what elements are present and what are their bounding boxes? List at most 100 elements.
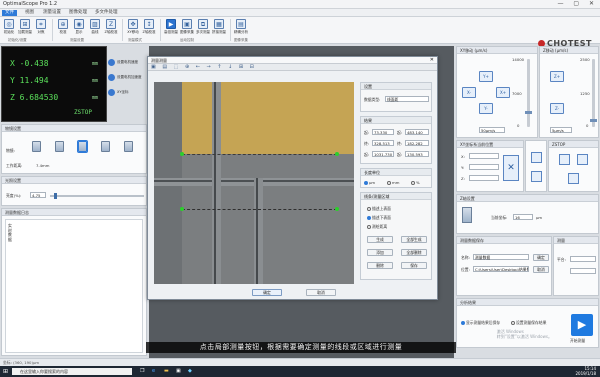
z-move-icon: ↕ bbox=[144, 19, 154, 29]
motor-accel-button[interactable]: 设置电机加速度 bbox=[108, 73, 148, 82]
option-save-result-radio[interactable] bbox=[511, 321, 515, 325]
init-button[interactable]: ◎ 初始化 bbox=[2, 19, 16, 35]
y-minus-button[interactable]: Y- bbox=[479, 103, 493, 114]
window-controls[interactable]: — ▢ ✕ bbox=[557, 0, 598, 7]
analysis-button[interactable]: ▤ 精确分析 bbox=[234, 19, 248, 35]
data-name-input[interactable]: 测量数据 bbox=[473, 254, 529, 260]
z-speed-input[interactable]: 5μm/s bbox=[550, 127, 572, 133]
lens-50x-icon[interactable] bbox=[101, 141, 110, 152]
store-icon[interactable]: ▣ bbox=[176, 368, 181, 374]
zstop-panel: ZSTOP bbox=[548, 140, 599, 192]
xy-speed-slider[interactable] bbox=[525, 59, 532, 127]
xy-speed-input[interactable]: 50μm/s bbox=[479, 127, 505, 133]
line-lower-radio[interactable] bbox=[367, 216, 371, 220]
capture-button[interactable]: ▣ 图像采集 bbox=[180, 19, 194, 35]
lens-5x-icon[interactable] bbox=[32, 141, 41, 152]
multi-measure-button[interactable]: ⧉ 多次测量 bbox=[196, 19, 210, 35]
data-cancel-button[interactable]: 取消 bbox=[533, 266, 549, 273]
brightness-slider-knob[interactable] bbox=[54, 193, 57, 199]
light-panel: 光照设置 亮度(%): 4.75 bbox=[1, 176, 147, 206]
load-icon: ⊞ bbox=[20, 19, 30, 29]
taskbar-search[interactable]: 在这里输入你要搜索的内容 bbox=[12, 368, 132, 375]
x-minus-button[interactable]: X- bbox=[462, 87, 476, 98]
measure-line-bottom[interactable] bbox=[182, 209, 337, 210]
z-position-input[interactable] bbox=[469, 175, 499, 181]
zstop-up-icon[interactable] bbox=[559, 154, 570, 165]
measure-point[interactable] bbox=[335, 152, 339, 156]
add-button[interactable]: 添加 bbox=[367, 249, 393, 256]
camera-view[interactable] bbox=[154, 82, 354, 284]
y-position-input[interactable] bbox=[469, 164, 499, 170]
cancel-button[interactable]: 取消 bbox=[306, 289, 336, 296]
x-plus-button[interactable]: X+ bbox=[496, 87, 510, 98]
calibrate-button[interactable]: ⊕ 校准 bbox=[56, 19, 70, 35]
lens-10x-icon[interactable] bbox=[55, 141, 64, 152]
unit-percent-radio[interactable] bbox=[411, 181, 415, 185]
lens-20x-icon[interactable] bbox=[78, 141, 87, 152]
zstop-reset-icon[interactable] bbox=[568, 173, 579, 184]
menu-file[interactable]: 文件 bbox=[2, 10, 17, 16]
unit-um-radio[interactable] bbox=[364, 181, 368, 185]
menu-view[interactable]: 视图 bbox=[22, 10, 37, 16]
zero-z-icon[interactable] bbox=[531, 171, 542, 182]
option-show-result-radio[interactable] bbox=[461, 321, 465, 325]
status-bar: 坐标: (360, 190)μm bbox=[0, 358, 600, 366]
log-area[interactable]: 实时数据 bbox=[5, 219, 143, 353]
z-speed-slider[interactable] bbox=[590, 59, 597, 127]
unit-mm-radio[interactable] bbox=[387, 181, 391, 185]
measure-point[interactable] bbox=[180, 207, 184, 211]
data-confirm-button[interactable]: 确定 bbox=[533, 254, 549, 261]
app-icon[interactable]: ◆ bbox=[188, 368, 192, 374]
platform-value-select[interactable] bbox=[570, 268, 596, 274]
measure-point[interactable] bbox=[180, 152, 184, 156]
display-button[interactable]: ◉ 显示 bbox=[72, 19, 86, 35]
menu-multi-file[interactable]: 多文件处理 bbox=[92, 10, 121, 16]
zstop-down-icon[interactable] bbox=[577, 154, 588, 165]
y-plus-button[interactable]: Y+ bbox=[479, 71, 493, 82]
dialog-toolbar[interactable]: ▣ ▤ ⬚ ⊕ ← → ↑ ↓ ⊞ ⊟ bbox=[148, 64, 437, 71]
zero-xy-icon[interactable] bbox=[531, 152, 542, 163]
delete-all-button[interactable]: 全部删除 bbox=[401, 249, 427, 256]
goto-position-icon[interactable]: ✕ bbox=[503, 155, 519, 181]
data-path-input[interactable]: C:\Users\User\Desktop\结果数据 bbox=[473, 266, 529, 272]
z-plus-button[interactable]: Z+ bbox=[550, 71, 564, 82]
measurement-dialog: 测量测量 ✕ ▣ ▤ ⬚ ⊕ ← → ↑ ↓ ⊞ ⊟ 设置 数据类型: 线面距 … bbox=[147, 56, 438, 300]
folder-icon[interactable]: ▬ bbox=[164, 368, 169, 374]
platform-select[interactable] bbox=[570, 256, 596, 262]
delete-button[interactable]: 删除 bbox=[367, 262, 393, 269]
system-clock[interactable]: 15:14 2019/1/18 bbox=[575, 366, 596, 376]
menu-image-processing[interactable]: 图像处理 bbox=[66, 10, 90, 16]
menu-measure-settings[interactable]: 测量设置 bbox=[40, 10, 64, 16]
measure-line-top[interactable] bbox=[182, 154, 337, 155]
save-button[interactable]: 保存 bbox=[401, 262, 427, 269]
crop-icon: ⌗ bbox=[36, 19, 46, 29]
brightness-input[interactable]: 4.75 bbox=[30, 192, 46, 198]
z-minus-button[interactable]: Z- bbox=[550, 103, 564, 114]
line-distance-radio[interactable] bbox=[367, 225, 371, 229]
xy-move-button[interactable]: ✥ XY移动 bbox=[126, 19, 140, 35]
ok-button[interactable]: 确定 bbox=[252, 289, 282, 296]
measure-point[interactable] bbox=[335, 207, 339, 211]
load-button[interactable]: ⊞ 加载测量 bbox=[18, 19, 32, 35]
high-measure-button[interactable]: ▶ 高倍测量 bbox=[164, 19, 178, 35]
line-upper-radio[interactable] bbox=[367, 207, 371, 211]
data-type-select[interactable]: 线面距 bbox=[385, 96, 429, 102]
start-icon[interactable]: ⊞ bbox=[3, 368, 8, 375]
motor-speed-button[interactable]: 设置电机速度 bbox=[108, 58, 148, 67]
curve-button[interactable]: ▨ 曲线 bbox=[88, 19, 102, 35]
z-current-input[interactable]: 16 bbox=[513, 214, 533, 220]
edge-icon[interactable]: e bbox=[152, 368, 155, 374]
lens-100x-icon[interactable] bbox=[124, 141, 133, 152]
xy-coord-button[interactable]: XY坐标 bbox=[108, 88, 148, 97]
focus-button[interactable]: ⌗ 对焦 bbox=[34, 19, 48, 35]
x-position-input[interactable] bbox=[469, 153, 499, 159]
generate-all-button[interactable]: 全部生成 bbox=[401, 236, 427, 243]
task-view-icon[interactable]: ❐ bbox=[140, 368, 144, 374]
generate-button[interactable]: 生成 bbox=[367, 236, 393, 243]
z-move-button[interactable]: ↕ Z轴校准 bbox=[142, 19, 156, 35]
dialog-close-icon[interactable]: ✕ bbox=[430, 57, 434, 64]
z-calibrate-button[interactable]: Z Z轴校准 bbox=[104, 19, 118, 35]
play-icon[interactable]: ▶ bbox=[571, 314, 593, 336]
stitch-button[interactable]: ▦ 拼接测量 bbox=[212, 19, 226, 35]
brightness-slider[interactable] bbox=[50, 195, 144, 197]
